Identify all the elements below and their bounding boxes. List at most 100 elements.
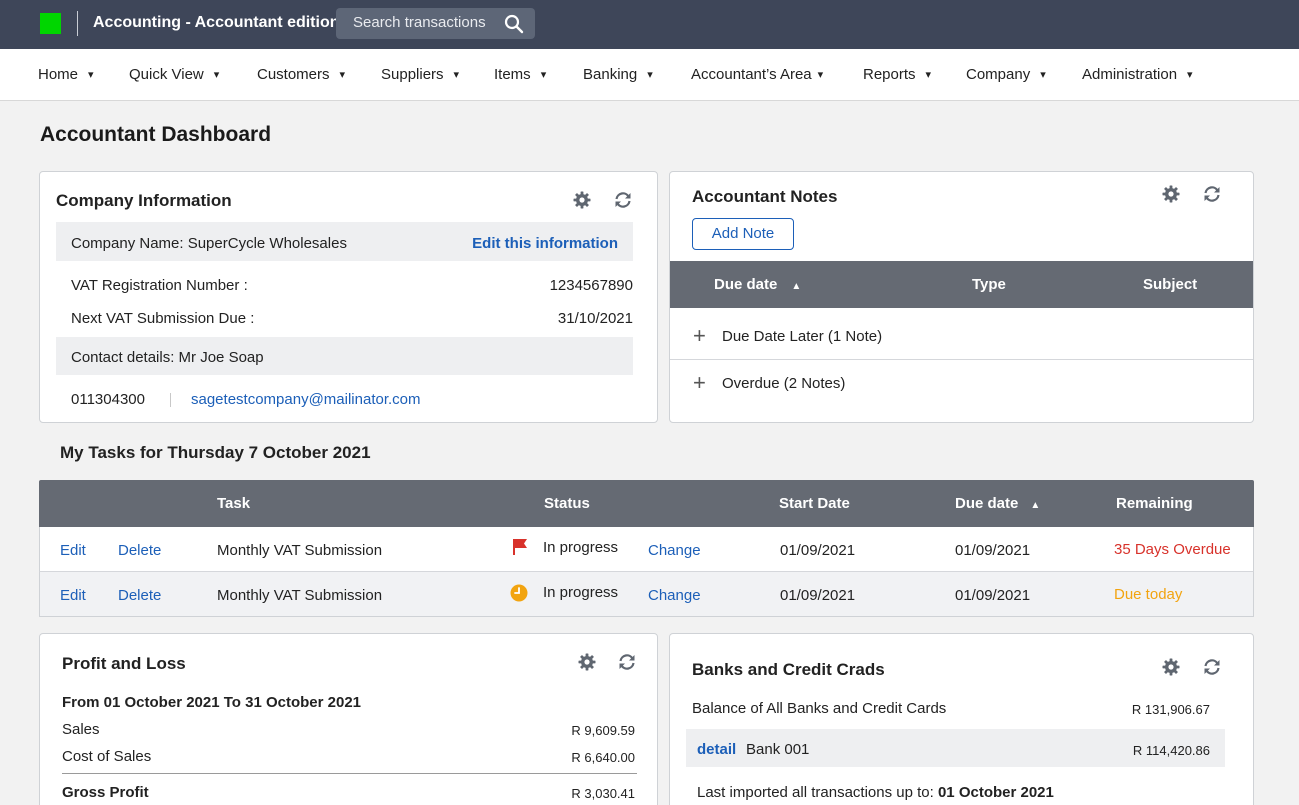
task-start-date: 01/09/2021 [780,542,856,559]
refresh-icon[interactable] [1202,184,1222,204]
flag-icon [513,539,527,555]
nav-accountants-area[interactable]: Accountant’s Area ▾ [691,66,823,83]
contact-divider [170,393,171,407]
gear-icon[interactable] [1161,657,1181,677]
last-import: Last imported all transactions up to: 01… [697,784,1054,801]
nav-home-label: Home [38,66,79,83]
edit-task-link[interactable]: Edit [60,587,86,604]
refresh-icon[interactable] [617,652,637,672]
nav-company[interactable]: Company ▾ [966,66,1046,83]
sales-value: R 9,609.59 [571,723,635,738]
clock-icon [510,584,528,602]
nav-suppliers[interactable]: Suppliers ▾ [381,66,459,83]
task-status: In progress [543,539,619,556]
col-remaining[interactable]: Remaining [1116,495,1193,512]
balance-label: Balance of All Banks and Credit Cards [692,700,947,717]
col-type[interactable]: Type [972,276,1006,293]
app-logo[interactable] [40,13,61,34]
accountant-notes-card: Accountant Notes Add Note Due date ▲ Type… [669,171,1254,423]
nav-banking[interactable]: Banking ▾ [583,66,653,83]
pl-divider [62,773,637,774]
task-due-date: 01/09/2021 [955,587,1031,604]
add-note-button[interactable]: Add Note [692,218,794,250]
bank-value: R 114,420.86 [1132,743,1210,758]
topbar-divider [77,11,78,36]
col-due-date-label: Due date [714,276,778,293]
search-icon[interactable] [503,13,525,35]
col-subject[interactable]: Subject [1143,276,1197,293]
tasks-table-header: Task Status Start Date Due date ▲ Remaini… [39,480,1254,527]
nav-reports[interactable]: Reports ▾ [863,66,931,83]
nav-items[interactable]: Items ▾ [494,66,546,83]
task-start-date: 01/09/2021 [780,587,856,604]
nav-suppliers-label: Suppliers [381,66,444,83]
refresh-icon[interactable] [1202,657,1222,677]
last-import-label: Last imported all transactions up to: [697,784,934,801]
change-status-link[interactable]: Change [648,587,701,604]
change-status-link[interactable]: Change [648,542,701,559]
banks-title: Banks and Credit Crads [692,660,885,679]
refresh-icon[interactable] [613,190,633,210]
notes-table-header: Due date ▲ Type Subject [670,261,1253,308]
task-remaining: 35 Days Overdue [1114,541,1231,558]
col-start-date[interactable]: Start Date [779,495,850,512]
edit-info-link[interactable]: Edit this information [472,235,618,252]
company-name: Company Name: SuperCycle Wholesales [71,235,347,252]
table-row: Edit Delete Monthly VAT Submission In pr… [39,527,1254,572]
nav-company-label: Company [966,66,1031,83]
tasks-title: My Tasks for Thursday 7 October 2021 [60,443,371,462]
task-remaining: Due today [1114,586,1183,603]
bank-name: Bank 001 [746,741,810,758]
nav-quick-view-label: Quick View [129,66,204,83]
col-due-date[interactable]: Due date ▲ [714,276,801,293]
sales-label: Sales [62,721,100,738]
balance-value: R 131,906.67 [1131,702,1210,717]
expand-icon[interactable]: + [693,323,706,349]
gear-icon[interactable] [577,652,597,672]
email-link[interactable]: sagetestcompany@mailinator.com [191,391,421,408]
gross-profit-value: R 3,030.41 [571,786,635,801]
phone-number: 011304300 [71,391,145,408]
gear-icon[interactable] [572,190,592,210]
bank-detail-link[interactable]: detail [697,741,736,758]
cos-label: Cost of Sales [62,748,152,765]
notes-title: Accountant Notes [692,187,838,206]
app-title: Accounting - Accountant edition [93,14,340,31]
note-group-label: Due Date Later (1 Note) [722,328,883,345]
banks-card: Banks and Credit Crads Balance of All Ba… [669,633,1254,805]
nav-quick-view[interactable]: Quick View ▾ [129,66,219,83]
col-due-date[interactable]: Due date ▲ [955,495,1040,512]
company-info-title: Company Information [56,191,232,210]
nav-home[interactable]: Home ▾ [38,66,94,83]
last-import-date: 01 October 2021 [937,784,1054,801]
next-vat-label: Next VAT Submission Due : [71,310,255,327]
sort-asc-icon: ▲ [791,281,802,292]
edit-task-link[interactable]: Edit [60,542,86,559]
delete-task-link[interactable]: Delete [118,542,161,559]
nav-accountants-area-label: Accountant’s Area [691,66,812,83]
cos-value: R 6,640.00 [571,750,635,765]
task-name: Monthly VAT Submission [217,587,383,604]
col-due-date-label: Due date [955,495,1019,512]
nav-customers[interactable]: Customers ▾ [257,66,345,83]
table-row: Edit Delete Monthly VAT Submission In pr… [39,572,1254,617]
delete-task-link[interactable]: Delete [118,587,161,604]
note-group-label: Overdue (2 Notes) [722,375,846,392]
chevron-down-icon: ▾ [817,69,824,81]
col-status[interactable]: Status [544,495,590,512]
page-title: Accountant Dashboard [40,123,272,146]
vat-value: 1234567890 [549,277,633,294]
task-due-date: 01/09/2021 [955,542,1031,559]
chevron-down-icon: ▾ [1040,69,1046,81]
profit-loss-card: Profit and Loss From 01 October 2021 To … [39,633,658,805]
chevron-down-icon: ▾ [88,69,94,81]
task-status: In progress [543,584,619,601]
main-nav: Home ▾ Quick View ▾ Customers ▾ Suppliers ▾ … [0,49,1299,101]
nav-administration[interactable]: Administration ▾ [1082,66,1193,83]
profit-loss-title: Profit and Loss [62,654,186,673]
chevron-down-icon: ▾ [1187,69,1193,81]
expand-icon[interactable]: + [693,370,706,396]
col-task[interactable]: Task [217,495,250,512]
gear-icon[interactable] [1161,184,1181,204]
next-vat-value: 31/10/2021 [557,310,633,327]
